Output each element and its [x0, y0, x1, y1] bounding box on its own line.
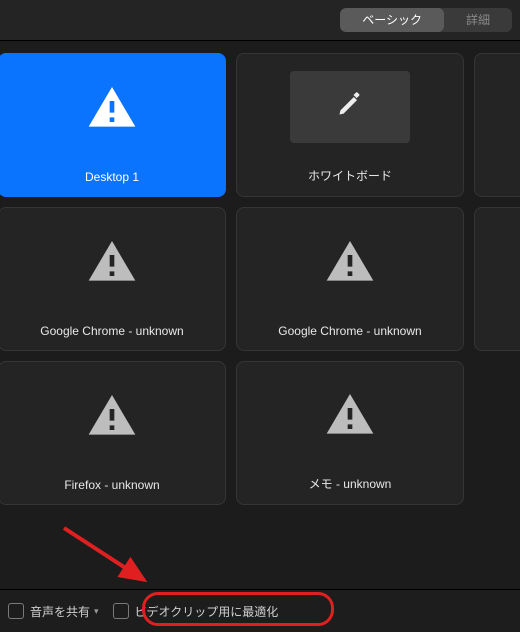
tile-desktop-1[interactable]: Desktop 1 — [0, 53, 226, 197]
chevron-down-icon: ▾ — [94, 606, 99, 617]
share-screen-dialog: ベーシック 詳細 Desktop 1 ホワイトボード — [0, 0, 520, 632]
optimize-video-label: ビデオクリップ用に最適化 — [135, 603, 279, 620]
warning-icon — [475, 54, 520, 162]
tile-chrome-1[interactable]: Google Chrome - unknown — [0, 207, 226, 351]
tile-label: メモ - unknown — [305, 467, 396, 504]
share-audio-checkbox[interactable]: 音声を共有 ▾ — [8, 603, 99, 620]
whiteboard-thumb — [237, 54, 463, 159]
footer-bar: 音声を共有 ▾ ビデオクリップ用に最適化 — [0, 589, 520, 632]
checkbox-box — [113, 603, 129, 619]
tab-advanced[interactable]: 詳細 — [444, 8, 512, 32]
tile-chrome-2[interactable]: Google Chrome - unknown — [236, 207, 464, 351]
tile-firefox[interactable]: Firefox - unknown — [0, 361, 226, 505]
share-sources-grid: Desktop 1 ホワイトボード iP Google Chrome - — [0, 41, 518, 505]
optimize-video-checkbox[interactable]: ビデオクリップ用に最適化 — [113, 603, 279, 620]
tile-label: Google Chrome - unknown — [274, 316, 425, 350]
warning-icon — [0, 208, 225, 316]
share-audio-label: 音声を共有 — [30, 603, 90, 620]
checkbox-box — [8, 603, 24, 619]
tile-notes[interactable]: メモ - unknown — [236, 361, 464, 505]
warning-icon — [0, 54, 225, 162]
tile-label: Google Chrome - unknown — [36, 316, 187, 350]
warning-icon — [237, 362, 463, 467]
titlebar: ベーシック 詳細 — [0, 0, 520, 41]
tab-switch: ベーシック 詳細 — [340, 8, 512, 32]
warning-icon — [237, 208, 463, 316]
tile-ipad[interactable]: iP — [474, 53, 520, 197]
tab-basic[interactable]: ベーシック — [340, 8, 444, 32]
pencil-icon — [336, 90, 364, 123]
annotation-arrow — [58, 522, 158, 592]
warning-icon — [0, 362, 225, 470]
tile-label: ホワイトボード — [304, 159, 396, 196]
tile-label: Desktop 1 — [81, 162, 143, 196]
warning-icon — [475, 208, 520, 316]
tile-chrome-3[interactable]: G — [474, 207, 520, 351]
tile-label: Firefox - unknown — [60, 470, 163, 504]
tile-whiteboard[interactable]: ホワイトボード — [236, 53, 464, 197]
